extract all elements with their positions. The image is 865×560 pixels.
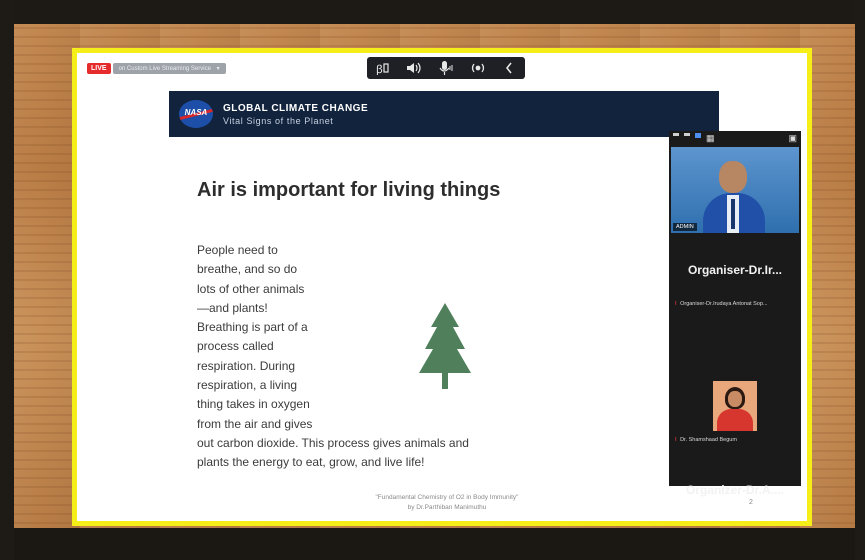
body-line: out carbon dioxide. This process gives a… (197, 435, 469, 450)
meeting-window: LIVE on Custom Live Streaming Service ▾ … (72, 48, 812, 526)
stream-service-text: on Custom Live Streaming Service (118, 65, 211, 72)
slide-page-number: 2 (749, 499, 753, 506)
body-line: Breathing is part of a (197, 320, 308, 335)
body-line: lots of other animals (197, 281, 305, 296)
body-line: from the air and gives (197, 416, 313, 431)
chevron-down-icon: ▾ (216, 65, 220, 72)
organiser-2-name: Organizer-Dr.A.... (685, 483, 785, 497)
nasa-banner: NASA GLOBAL CLIMATE CHANGE Vital Signs o… (169, 91, 719, 137)
broadcast-icon[interactable] (468, 59, 488, 77)
nasa-logo: NASA (179, 100, 213, 128)
top-dark-border (0, 0, 865, 24)
microphone-icon[interactable] (436, 59, 456, 77)
body-line: process called (197, 339, 274, 354)
layout-icon[interactable] (684, 132, 690, 136)
organiser-1-label: ǀ Organiser-Dr.Irudaya Antonat Sop... (675, 301, 768, 307)
participant-thumbnail[interactable] (713, 381, 757, 431)
body-line: —and plants! (197, 300, 268, 315)
body-line: thing takes in oxygen (197, 397, 310, 412)
gallery-view-icon[interactable]: ▦ (706, 133, 715, 144)
participant-2-label: ǀ Dr. Shamshaad Begum (675, 437, 737, 443)
right-dark-border (855, 0, 865, 560)
body-line: respiration, a living (197, 378, 298, 393)
left-dark-border (0, 0, 14, 560)
mic-muted-icon: ǀ (675, 437, 677, 443)
body-line: plants the energy to eat, grow, and live… (197, 455, 425, 470)
organiser-1-name: Organiser-Dr.Ir... (687, 263, 783, 277)
footnote-author: by Dr.Parthiban Manimuthu (407, 504, 487, 511)
tree-icon (419, 303, 471, 389)
pop-out-icon[interactable]: ▣ (788, 133, 797, 144)
participants-panel: ▦ ▣ ADMIN Organiser-Dr.Ir... ǀ Organiser… (669, 131, 801, 497)
bottom-dark-border (0, 528, 865, 560)
live-badge: LIVE (87, 62, 111, 74)
body-line: respiration. During (197, 358, 296, 373)
banner-title: GLOBAL CLIMATE CHANGE (223, 102, 369, 114)
slide-heading: Air is important for living things (197, 179, 501, 201)
speaker-icon[interactable] (404, 59, 424, 77)
collapse-icon[interactable] (499, 59, 519, 77)
minimize-icon[interactable] (673, 132, 679, 136)
footnote-title: "Fundamental Chemistry of O2 in Body Imm… (375, 494, 519, 501)
meeting-toolbar: ꞵ (367, 57, 525, 79)
banner-subtitle: Vital Signs of the Planet (223, 115, 334, 126)
panel-header: ▦ ▣ (669, 131, 801, 145)
participants-icon[interactable]: ꞵ (373, 59, 393, 77)
mic-muted-icon: ǀ (675, 301, 677, 307)
speaker-view-icon[interactable] (695, 132, 701, 138)
svg-text:ꞵ: ꞵ (376, 64, 383, 75)
slide-body: People need to breathe, and so do lots o… (197, 241, 527, 473)
participant-tag: ADMIN (673, 223, 697, 231)
participant-video-tile[interactable]: ADMIN (671, 147, 799, 233)
stream-service-label[interactable]: on Custom Live Streaming Service ▾ (112, 62, 226, 74)
body-line: breathe, and so do (197, 262, 298, 277)
body-line: People need to (197, 243, 278, 257)
live-stream-chip[interactable]: LIVE on Custom Live Streaming Service ▾ (87, 61, 226, 75)
slide-footnote: "Fundamental Chemistry of O2 in Body Imm… (327, 493, 567, 513)
